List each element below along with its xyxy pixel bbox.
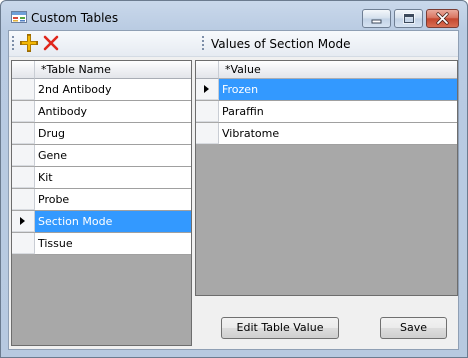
values-header-grip xyxy=(202,36,204,51)
toolbar xyxy=(9,31,197,57)
value-row-label: Paraffin xyxy=(222,105,264,118)
window-title: Custom Tables xyxy=(31,11,119,25)
row-header[interactable] xyxy=(12,123,35,144)
table-name-row-label: Tissue xyxy=(38,237,73,250)
table-name-row-cell[interactable]: Gene xyxy=(35,145,191,167)
row-header[interactable] xyxy=(12,233,35,254)
custom-tables-window: Custom Tables Values of Section Mode *Ta… xyxy=(0,0,468,358)
delete-table-button[interactable] xyxy=(41,33,61,53)
value-row-cell[interactable]: Frozen xyxy=(219,79,457,101)
table-name-column-label: *Table Name xyxy=(41,63,111,76)
minimize-button[interactable] xyxy=(362,9,391,28)
table-name-row-cell[interactable]: Section Mode xyxy=(35,211,191,233)
table-name-row-label: Drug xyxy=(38,127,65,140)
row-header[interactable] xyxy=(12,167,35,188)
table-name-row-cell[interactable]: Tissue xyxy=(35,233,191,255)
table-name-row-label: Section Mode xyxy=(38,215,113,228)
minimize-icon xyxy=(371,19,382,24)
maximize-button[interactable] xyxy=(394,9,423,28)
add-table-button[interactable] xyxy=(19,33,39,53)
row-header[interactable] xyxy=(12,101,35,122)
table-name-row-cell[interactable]: 2nd Antibody xyxy=(35,79,191,101)
table-name-row-cell[interactable]: Kit xyxy=(35,167,191,189)
table-name-row[interactable]: Kit xyxy=(12,167,191,189)
current-row-arrow-icon xyxy=(204,85,209,93)
value-row-label: Frozen xyxy=(222,83,259,96)
close-button[interactable] xyxy=(426,9,459,28)
custom-tables-app-icon xyxy=(11,11,27,23)
table-names-corner-header[interactable] xyxy=(12,61,35,79)
row-header[interactable] xyxy=(12,79,35,100)
toolbar-grip[interactable] xyxy=(12,36,14,51)
values-header: Values of Section Mode xyxy=(197,31,458,57)
value-row[interactable]: Paraffin xyxy=(196,101,457,123)
table-name-row-label: Probe xyxy=(38,193,70,206)
client-area: Values of Section Mode *Table Name 2nd A… xyxy=(8,30,459,350)
table-name-row-label: 2nd Antibody xyxy=(38,83,112,96)
table-name-row-cell[interactable]: Antibody xyxy=(35,101,191,123)
row-header[interactable] xyxy=(12,189,35,210)
value-row-cell[interactable]: Paraffin xyxy=(219,101,457,123)
value-column-label: *Value xyxy=(225,63,261,76)
table-names-grid[interactable]: *Table Name 2nd Antibody Antibody Drug Gene… xyxy=(11,60,192,346)
value-row[interactable]: Vibratome xyxy=(196,123,457,145)
table-name-row-label: Kit xyxy=(38,171,53,184)
table-name-column-header[interactable]: *Table Name xyxy=(35,61,191,79)
edit-table-value-button[interactable]: Edit Table Value xyxy=(221,317,339,339)
table-name-row-cell[interactable]: Drug xyxy=(35,123,191,145)
table-name-row[interactable]: Antibody xyxy=(12,101,191,123)
current-row-arrow-icon xyxy=(20,217,25,225)
table-name-row[interactable]: Probe xyxy=(12,189,191,211)
values-corner-header[interactable] xyxy=(196,61,219,79)
values-header-label: Values of Section Mode xyxy=(211,37,351,51)
row-header[interactable] xyxy=(196,79,219,100)
title-bar[interactable]: Custom Tables xyxy=(1,1,467,29)
plus-icon xyxy=(20,34,38,52)
close-icon xyxy=(436,12,449,25)
row-header[interactable] xyxy=(196,101,219,122)
value-row[interactable]: Frozen xyxy=(196,79,457,101)
table-name-row-label: Gene xyxy=(38,149,68,162)
value-column-header[interactable]: *Value xyxy=(219,61,457,79)
save-button[interactable]: Save xyxy=(380,317,447,339)
table-name-row-cell[interactable]: Probe xyxy=(35,189,191,211)
value-row-cell[interactable]: Vibratome xyxy=(219,123,457,145)
row-header[interactable] xyxy=(12,211,35,232)
values-grid[interactable]: *Value Frozen Paraffin Vibratome xyxy=(195,60,458,296)
table-name-row[interactable]: Section Mode xyxy=(12,211,191,233)
table-name-row[interactable]: 2nd Antibody xyxy=(12,79,191,101)
table-name-row[interactable]: Drug xyxy=(12,123,191,145)
maximize-icon xyxy=(403,13,415,24)
table-name-row[interactable]: Tissue xyxy=(12,233,191,255)
row-header[interactable] xyxy=(12,145,35,166)
value-row-label: Vibratome xyxy=(222,127,280,140)
table-name-row[interactable]: Gene xyxy=(12,145,191,167)
red-x-icon xyxy=(43,35,59,51)
row-header[interactable] xyxy=(196,123,219,144)
table-name-row-label: Antibody xyxy=(38,105,88,118)
